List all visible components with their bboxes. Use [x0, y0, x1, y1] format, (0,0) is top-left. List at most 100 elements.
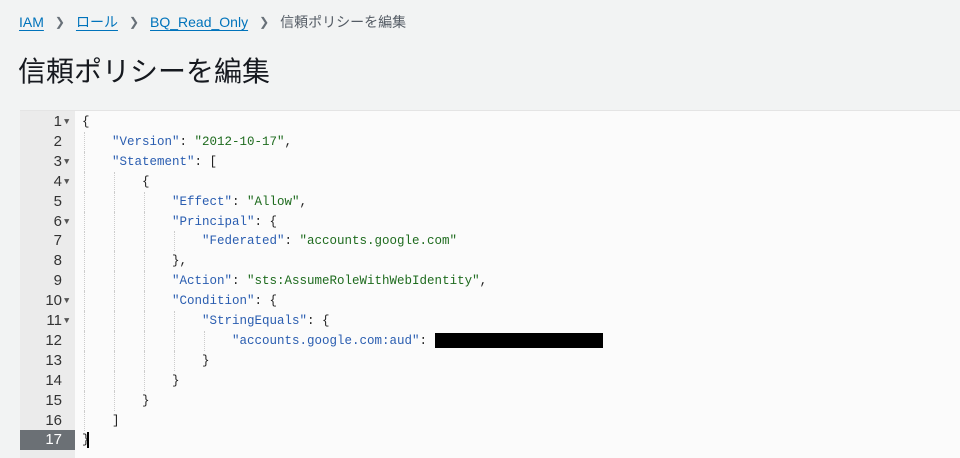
json-punct: : [419, 333, 435, 348]
indent-guide [204, 330, 205, 351]
json-string: "accounts.google.com" [299, 234, 458, 249]
indent-guide [144, 370, 145, 391]
json-key: "Principal" [172, 214, 255, 229]
json-key: "Version" [112, 134, 180, 149]
indent-guide [84, 171, 85, 192]
line-number: 3 [53, 152, 62, 170]
indent-guide [114, 191, 115, 212]
line-number: 4 [53, 172, 62, 190]
line-number: 11 [46, 312, 62, 329]
indent-guide [84, 191, 85, 212]
json-key: "accounts.google.com:aud" [232, 333, 420, 348]
indent-guide [114, 231, 115, 252]
code-line: 2 "Version": "2012-10-17", [20, 131, 960, 152]
code-line: 6 ▼ "Principal": { [20, 211, 960, 232]
json-key: "Federated" [202, 234, 285, 249]
json-punct: , [299, 194, 308, 209]
code-line: 5 "Effect": "Allow", [20, 191, 960, 212]
code-line: 4 ▼ { [20, 171, 960, 192]
breadcrumb-current: 信頼ポリシーを編集 [280, 14, 407, 30]
json-punct: } [202, 353, 210, 368]
indent-guide [84, 350, 85, 371]
indent-guide [144, 311, 145, 331]
indent-guide [114, 330, 115, 351]
breadcrumb: IAM ❯ ロール ❯ BQ_Read_Only ❯ 信頼ポリシーを編集 [19, 12, 406, 32]
indent-guide [144, 231, 145, 252]
indent-guide [84, 410, 85, 431]
indent-guide [114, 171, 115, 192]
json-key: "Effect" [172, 194, 233, 209]
code-line: 17} [20, 430, 960, 451]
indent-guide [84, 330, 85, 351]
json-key: "StringEquals" [202, 314, 308, 328]
json-punct: { [82, 115, 90, 129]
fold-toggle-icon[interactable]: ▼ [64, 291, 69, 311]
indent-guide [144, 330, 145, 351]
code-line: 3 ▼ "Statement": [ [20, 151, 960, 172]
code-line: 11 ▼ "StringEquals": { [20, 311, 960, 331]
fold-toggle-icon[interactable]: ▼ [64, 212, 69, 232]
chevron-right-icon: ❯ [259, 15, 270, 29]
breadcrumb-link[interactable]: ロール [76, 12, 118, 32]
breadcrumb-link[interactable]: IAM [19, 14, 44, 30]
json-punct: : { [254, 214, 278, 229]
indent-guide [174, 350, 175, 371]
json-punct: } [142, 393, 150, 408]
json-punct: : [232, 194, 248, 209]
chevron-right-icon: ❯ [128, 15, 140, 29]
line-number: 5 [53, 192, 62, 210]
line-number: 17 [20, 430, 75, 451]
indent-guide [114, 271, 115, 292]
json-key: "Condition" [172, 294, 255, 309]
indent-guide [84, 251, 85, 272]
json-punct: , [284, 134, 293, 149]
json-punct: : [232, 274, 248, 289]
fold-toggle-icon[interactable]: ▼ [64, 172, 69, 192]
line-number: 9 [53, 272, 62, 290]
line-number: 13 [45, 351, 62, 369]
json-punct: }, [172, 254, 188, 269]
json-string: "Allow" [247, 194, 300, 209]
indent-guide [144, 211, 145, 232]
line-number: 7 [53, 232, 62, 250]
redacted-value [434, 333, 603, 349]
fold-toggle-icon[interactable]: ▼ [64, 112, 69, 132]
code-line: 15} [20, 390, 960, 411]
indent-guide [84, 231, 85, 252]
code-line: 1 ▼ { [20, 112, 960, 132]
indent-guide [114, 350, 115, 371]
code-line: 12 "accounts.google.com:aud": [20, 330, 960, 351]
breadcrumb-link[interactable]: BQ_Read_Only [150, 14, 248, 30]
line-number: 12 [45, 331, 62, 349]
code-line: 16] [20, 410, 960, 431]
json-punct: ] [112, 413, 120, 428]
indent-guide [144, 291, 145, 312]
indent-guide [174, 311, 175, 331]
line-number: 16 [45, 411, 62, 429]
indent-guide [144, 350, 145, 371]
indent-guide [84, 390, 85, 411]
indent-guide [144, 251, 145, 272]
json-string: "2012-10-17" [194, 134, 285, 149]
json-punct: : [284, 234, 300, 249]
indent-guide [114, 311, 115, 331]
fold-toggle-icon[interactable]: ▼ [64, 311, 69, 331]
policy-json-editor[interactable]: 1 ▼{2 "Version": "2012-10-17", 3 ▼ "Statement… [20, 110, 960, 458]
indent-guide [84, 211, 85, 232]
json-punct: : [179, 134, 195, 149]
code-line: 7 "Federated": "accounts.google.com" [20, 231, 960, 252]
fold-toggle-icon[interactable]: ▼ [64, 152, 69, 172]
indent-guide [114, 370, 115, 391]
code-line: 10 ▼ "Condition": { [20, 291, 960, 312]
code-line: 13} [20, 350, 960, 371]
indent-guide [174, 231, 175, 252]
json-punct: , [479, 274, 488, 289]
line-number: 8 [53, 252, 62, 270]
line-number: 10 [45, 292, 62, 310]
line-number: 15 [45, 391, 62, 409]
json-punct: } [172, 373, 180, 388]
line-number: 6 [53, 212, 62, 230]
json-key: "Statement" [112, 154, 195, 169]
text-cursor [87, 432, 89, 449]
json-punct: { [142, 174, 150, 189]
